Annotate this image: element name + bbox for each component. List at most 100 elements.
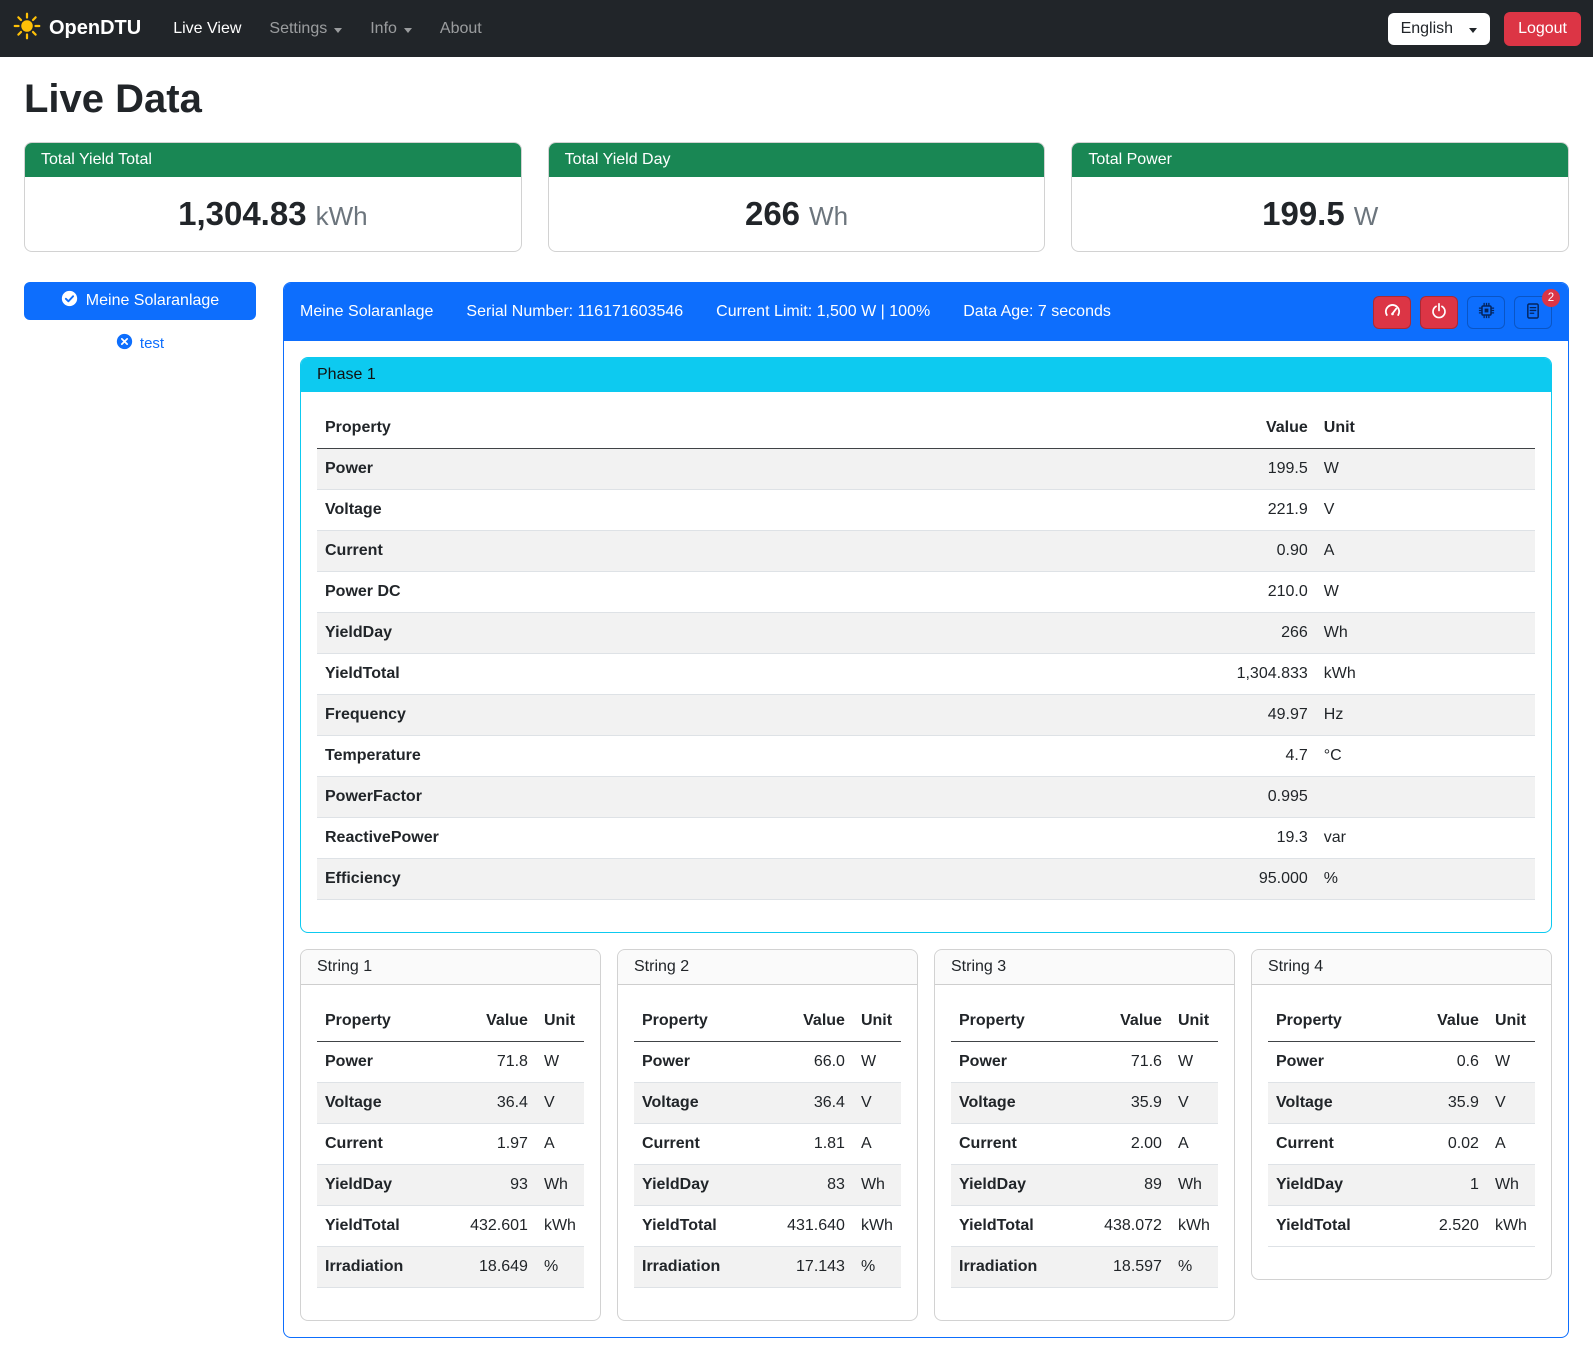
- inverter-sidebar: Meine Solaranlage test: [24, 282, 256, 354]
- inverter-data-age: Data Age: 7 seconds: [963, 303, 1111, 321]
- value-cell: 36.4: [757, 1083, 853, 1124]
- value-cell: 266: [915, 613, 1316, 654]
- unit-cell: V: [1487, 1083, 1535, 1124]
- value-cell: 2.00: [1074, 1124, 1170, 1165]
- string-4-body: Property Value Unit Power0.6WVoltage35.9…: [1252, 985, 1551, 1279]
- power-button[interactable]: [1420, 296, 1458, 329]
- cpu-icon: [1477, 301, 1496, 323]
- inverter-panel-body: Phase 1 Property Value Unit Power199.5WV…: [284, 341, 1568, 1337]
- property-cell: Voltage: [1268, 1083, 1402, 1124]
- property-cell: Power: [951, 1042, 1074, 1083]
- property-cell: YieldTotal: [317, 654, 915, 695]
- table-body: Power66.0WVoltage36.4VCurrent1.81AYieldD…: [634, 1042, 901, 1288]
- language-select[interactable]: English: [1388, 13, 1490, 45]
- table-header-row: Property Value Unit: [1268, 1001, 1535, 1042]
- property-cell: PowerFactor: [317, 777, 915, 818]
- value-cell: 0.02: [1402, 1124, 1487, 1165]
- card-title: Total Power: [1072, 143, 1568, 177]
- string-1-title: String 1: [301, 950, 600, 985]
- string-4-card: String 4 Property Value Unit: [1251, 949, 1552, 1280]
- journal-icon: [1524, 302, 1542, 323]
- nav-item-info[interactable]: Info: [356, 12, 426, 46]
- column-header-unit: Unit: [1487, 1001, 1535, 1042]
- x-circle-icon[interactable]: [116, 333, 133, 354]
- total-yield-day-card: Total Yield Day 266Wh: [548, 142, 1046, 252]
- column-header-property: Property: [634, 1001, 757, 1042]
- column-header-property: Property: [317, 1001, 440, 1042]
- unit-cell: V: [1170, 1083, 1218, 1124]
- table-row: Frequency49.97Hz: [317, 695, 1535, 736]
- page-title: Live Data: [24, 77, 1569, 122]
- value-cell: 36.4: [440, 1083, 536, 1124]
- table-row: Voltage35.9V: [1268, 1083, 1535, 1124]
- unit-cell: %: [1170, 1247, 1218, 1288]
- property-cell: Power: [1268, 1042, 1402, 1083]
- string-3-body: Property Value Unit Power71.6WVoltage35.…: [935, 985, 1234, 1320]
- column-header-value: Value: [757, 1001, 853, 1042]
- table-row: Voltage35.9V: [951, 1083, 1218, 1124]
- inverter-select-label: Meine Solaranlage: [86, 292, 219, 310]
- test-inverter-link[interactable]: test: [140, 335, 164, 352]
- nav-item-settings-label: Settings: [269, 20, 327, 38]
- table-row: Power71.8W: [317, 1042, 584, 1083]
- value-cell: 1.81: [757, 1124, 853, 1165]
- table-row: Power DC210.0W: [317, 572, 1535, 613]
- table-row: Power0.6W: [1268, 1042, 1535, 1083]
- property-cell: Power: [317, 449, 915, 490]
- value-cell: 71.6: [1074, 1042, 1170, 1083]
- phase-1-body: Property Value Unit Power199.5WVoltage22…: [301, 392, 1551, 932]
- value-cell: 18.597: [1074, 1247, 1170, 1288]
- unit-cell: V: [536, 1083, 584, 1124]
- card-body: 1,304.83kWh: [25, 177, 521, 251]
- table-row: PowerFactor0.995: [317, 777, 1535, 818]
- string-2-body: Property Value Unit Power66.0WVoltage36.…: [618, 985, 917, 1320]
- table-row: Voltage36.4V: [634, 1083, 901, 1124]
- event-log-button[interactable]: 2: [1514, 296, 1552, 329]
- table-row: YieldTotal431.640kWh: [634, 1206, 901, 1247]
- table-row: Voltage221.9V: [317, 490, 1535, 531]
- string-4-table: Property Value Unit Power0.6WVoltage35.9…: [1268, 1001, 1535, 1247]
- table-row: Current0.90A: [317, 531, 1535, 572]
- unit-cell: W: [1487, 1042, 1535, 1083]
- table-row: YieldDay93Wh: [317, 1165, 584, 1206]
- device-info-button[interactable]: [1467, 296, 1505, 329]
- property-cell: Voltage: [634, 1083, 757, 1124]
- string-2-card: String 2 Property Value Unit: [617, 949, 918, 1321]
- nav-links: Live View Settings Info About: [159, 12, 496, 46]
- page: OpenDTU Live View Settings Info About En…: [0, 0, 1593, 1359]
- unit-cell: Wh: [1487, 1165, 1535, 1206]
- property-cell: YieldTotal: [317, 1206, 440, 1247]
- table-head: Property Value Unit: [951, 1001, 1218, 1042]
- limit-settings-button[interactable]: [1373, 296, 1411, 329]
- table-row: YieldDay266Wh: [317, 613, 1535, 654]
- total-power-unit: W: [1354, 201, 1379, 231]
- value-cell: 19.3: [915, 818, 1316, 859]
- property-cell: Current: [317, 531, 915, 572]
- nav-item-about[interactable]: About: [426, 12, 496, 46]
- value-cell: 93: [440, 1165, 536, 1206]
- property-cell: YieldTotal: [634, 1206, 757, 1247]
- unit-cell: [1316, 777, 1535, 818]
- value-cell: 0.6: [1402, 1042, 1487, 1083]
- value-cell: 431.640: [757, 1206, 853, 1247]
- column-header-unit: Unit: [1316, 408, 1535, 449]
- property-cell: YieldDay: [634, 1165, 757, 1206]
- value-cell: 89: [1074, 1165, 1170, 1206]
- brand-label: OpenDTU: [49, 17, 141, 40]
- unit-cell: kWh: [1487, 1206, 1535, 1247]
- unit-cell: Hz: [1316, 695, 1535, 736]
- table-row: Power66.0W: [634, 1042, 901, 1083]
- inverter-select-button[interactable]: Meine Solaranlage: [24, 282, 256, 320]
- unit-cell: Wh: [536, 1165, 584, 1206]
- table-head: Property Value Unit: [634, 1001, 901, 1042]
- unit-cell: A: [536, 1124, 584, 1165]
- brand-home-link[interactable]: OpenDTU: [12, 11, 141, 47]
- property-cell: Efficiency: [317, 859, 915, 900]
- string-2-table: Property Value Unit Power66.0WVoltage36.…: [634, 1001, 901, 1288]
- phase-1-card: Phase 1 Property Value Unit Power199.5WV…: [300, 357, 1552, 933]
- nav-item-settings[interactable]: Settings: [255, 12, 356, 46]
- value-cell: 2.520: [1402, 1206, 1487, 1247]
- logout-button[interactable]: Logout: [1504, 12, 1581, 46]
- value-cell: 1: [1402, 1165, 1487, 1206]
- nav-item-live-view[interactable]: Live View: [159, 12, 255, 46]
